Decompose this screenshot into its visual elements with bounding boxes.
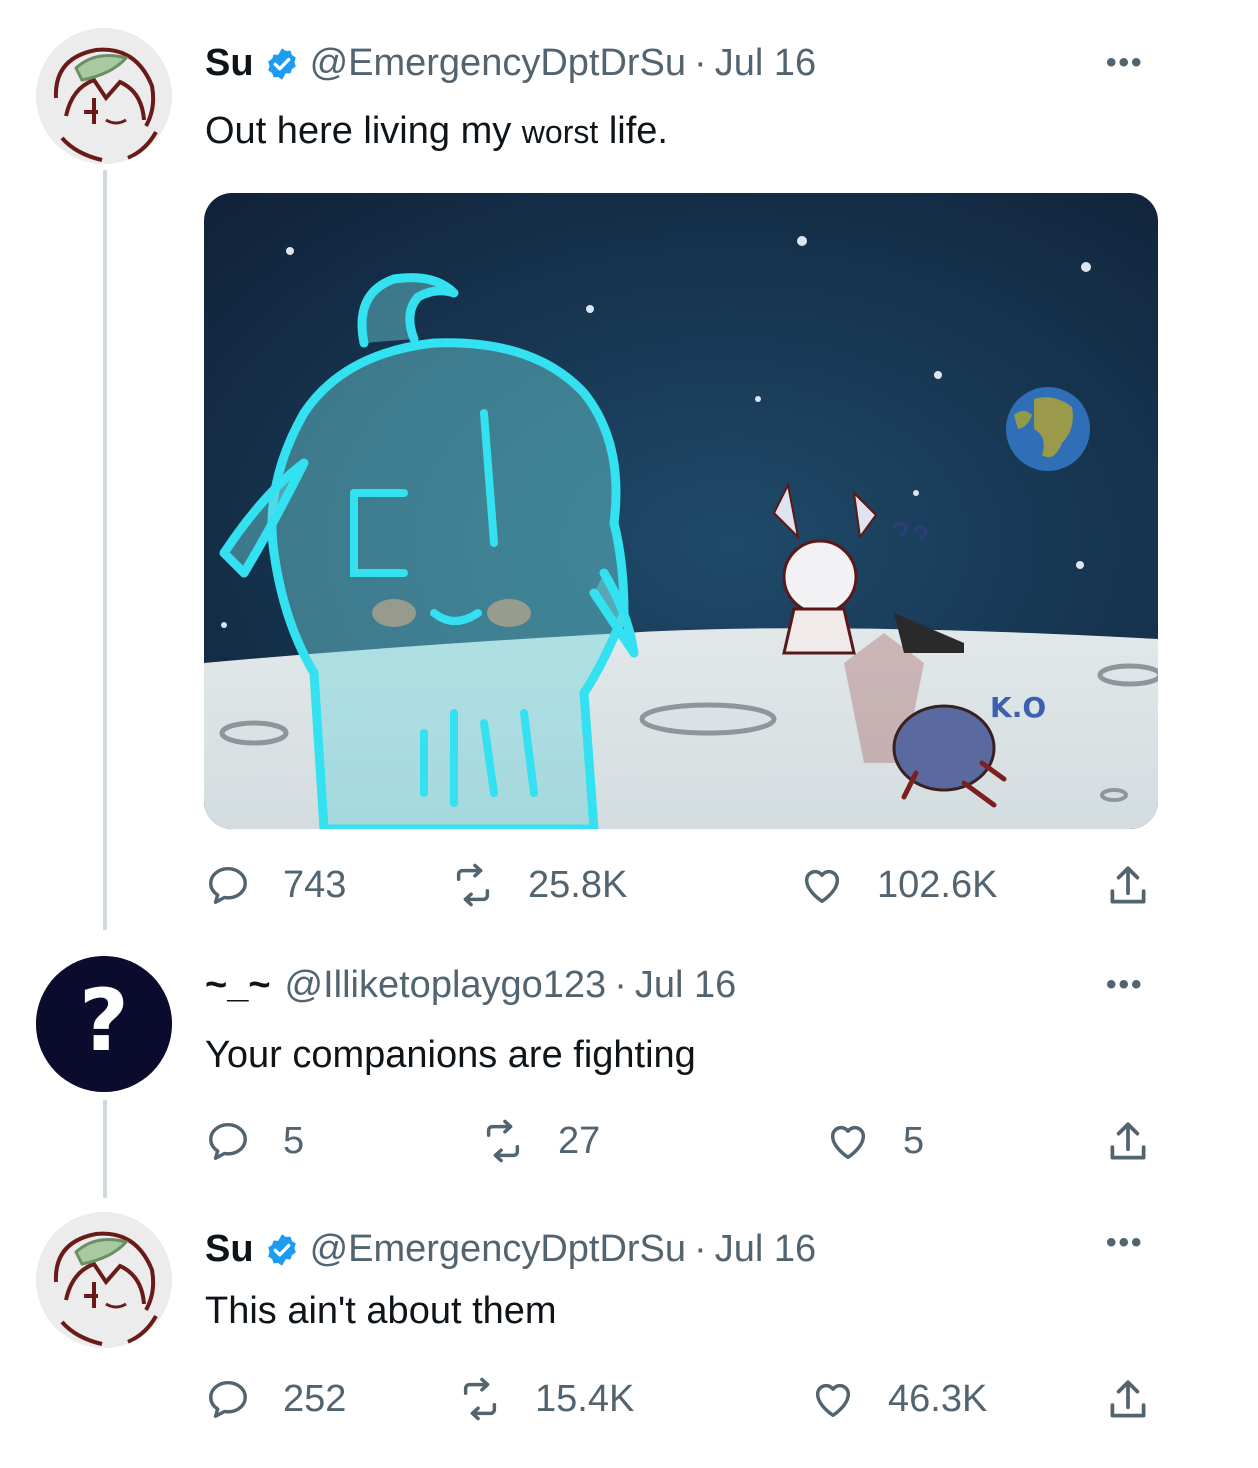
tweet-header: Su @EmergencyDptDrSu · Jul 16: [205, 42, 816, 85]
retweet-count: 25.8K: [528, 863, 628, 906]
retweet-button[interactable]: 27: [480, 1118, 600, 1164]
retweet-icon: [486, 1119, 520, 1163]
author-name[interactable]: Su: [205, 42, 254, 85]
share-button[interactable]: [1103, 1376, 1185, 1426]
share-button[interactable]: [1103, 1118, 1185, 1168]
avatar-symbol: ?: [79, 971, 129, 1071]
avatar-drawing-icon: [36, 1212, 172, 1348]
tweet-date[interactable]: Jul 16: [635, 964, 736, 1007]
separator-dot: ·: [694, 1228, 707, 1270]
separator-dot: ·: [614, 964, 627, 1006]
retweet-button[interactable]: 15.4K: [457, 1376, 634, 1422]
avatar-drawing-icon: [36, 28, 172, 164]
reply-count: 5: [283, 1119, 305, 1162]
more-options-icon[interactable]: •••: [1106, 968, 1144, 1002]
verified-badge-icon: [267, 47, 296, 80]
question-mark-avatar-icon: ?: [36, 956, 172, 1092]
author-handle[interactable]: @EmergencyDptDrSu: [310, 1228, 686, 1271]
retweet-count: 15.4K: [535, 1377, 635, 1420]
like-count: 46.3K: [888, 1377, 988, 1420]
tweet-actions: 5 27 5: [205, 1118, 1155, 1168]
like-count: 102.6K: [877, 863, 998, 906]
thread-line: [103, 170, 107, 930]
tweet-text: Your companions are fighting: [205, 1034, 696, 1076]
more-options-icon[interactable]: •••: [1106, 1226, 1144, 1260]
author-name[interactable]: Su: [205, 1228, 254, 1271]
retweet-count: 27: [558, 1119, 601, 1162]
share-icon: [1110, 1122, 1146, 1160]
reply-count: 252: [283, 1377, 347, 1420]
reply-button[interactable]: 252: [205, 1376, 346, 1422]
tweet-header: Su @EmergencyDptDrSu · Jul 16: [205, 1228, 816, 1271]
reply-icon: [209, 1380, 247, 1418]
share-icon: [1110, 866, 1146, 904]
tweet-actions: 743 25.8K 102.6K: [205, 862, 1155, 912]
moon-scene-illustration: K.O: [204, 193, 1158, 829]
tweet-text-part: worst: [521, 114, 599, 150]
author-handle[interactable]: @Illiketoplaygo123: [285, 964, 607, 1007]
reply-icon: [209, 866, 247, 904]
ko-label: K.O: [990, 691, 1046, 724]
share-button[interactable]: [1103, 862, 1185, 912]
tweet-text-part: Out here living my: [205, 110, 512, 152]
reply-icon: [209, 1122, 247, 1160]
like-button[interactable]: 5: [825, 1118, 924, 1164]
author-name[interactable]: ~_~: [205, 964, 271, 1007]
tweet-text: This ain't about them: [205, 1290, 557, 1332]
like-count: 5: [903, 1119, 925, 1162]
verified-badge-icon: [267, 1233, 296, 1266]
author-handle[interactable]: @EmergencyDptDrSu: [310, 42, 686, 85]
heart-icon: [804, 869, 840, 904]
tweet-text: Out here living my worst life.: [205, 110, 668, 153]
avatar[interactable]: [36, 1212, 172, 1348]
tweet-text-part: life.: [608, 110, 668, 152]
tweet-image[interactable]: K.O: [204, 193, 1158, 829]
more-options-icon[interactable]: •••: [1106, 46, 1144, 80]
reply-button[interactable]: 743: [205, 862, 346, 908]
thread-line: [103, 1100, 107, 1198]
reply-button[interactable]: 5: [205, 1118, 304, 1164]
retweet-icon: [456, 863, 490, 907]
heart-icon: [815, 1383, 851, 1418]
avatar[interactable]: ?: [36, 956, 172, 1092]
retweet-icon: [463, 1377, 497, 1421]
tweet-actions: 252 15.4K 46.3K: [205, 1376, 1155, 1426]
like-button[interactable]: 46.3K: [810, 1376, 987, 1422]
avatar[interactable]: [36, 28, 172, 164]
like-button[interactable]: 102.6K: [799, 862, 997, 908]
heart-icon: [830, 1125, 866, 1160]
separator-dot: ·: [694, 42, 707, 84]
share-icon: [1110, 1380, 1146, 1418]
tweet-date[interactable]: Jul 16: [715, 42, 816, 85]
tweet-header: ~_~ @Illiketoplaygo123 · Jul 16: [205, 964, 736, 1007]
tweet-date[interactable]: Jul 16: [715, 1228, 816, 1271]
reply-count: 743: [283, 863, 347, 906]
retweet-button[interactable]: 25.8K: [450, 862, 627, 908]
